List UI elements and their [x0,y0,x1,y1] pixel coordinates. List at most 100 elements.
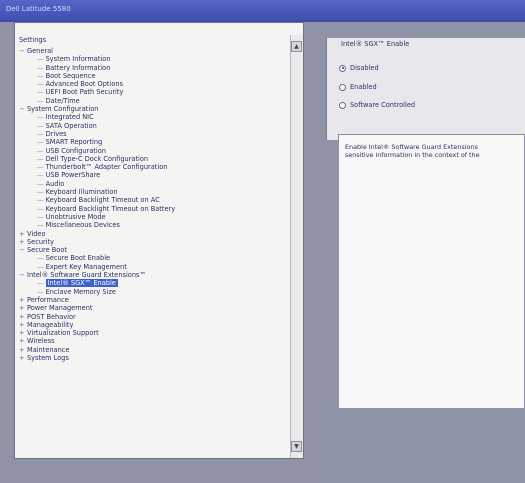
tree-item[interactable]: — System Information [19,55,289,63]
tree-item-label: Virtualization Support [27,329,99,338]
tree-item-label: Integrated NIC [45,113,94,122]
settings-tree-panel: Settings − General — System Information — Bat… [14,22,304,459]
tree-item-label: Unobtrusive Mode [45,212,106,221]
scroll-down-icon[interactable]: ▼ [291,441,302,452]
tree-item-label: Battery Information [45,63,111,72]
tree-guide-icon: — [37,179,44,188]
tree-item-label: Thunderbolt™ Adapter Configuration [45,163,168,172]
tree-scrollbar[interactable]: ▲ ▼ [290,35,303,458]
radio-software-controlled[interactable]: Software Controlled [339,101,415,109]
tree-item-label: Drives [45,129,67,138]
collapse-icon[interactable]: − [19,47,27,55]
tree-item-label: USB PowerShare [45,171,101,180]
tree-item[interactable]: + Wireless [19,337,289,345]
tree-guide-icon: — [37,88,44,97]
expand-icon[interactable]: + [19,354,27,362]
tree-guide-icon: — [37,204,44,213]
tree-item-label: System Information [45,55,111,64]
expand-icon[interactable]: + [19,329,27,337]
tree-guide-icon: — [37,121,44,130]
tree-guide-icon: — [37,146,44,155]
tree-item[interactable]: — Expert Key Management [19,263,289,271]
tree-item-label: Performance [27,295,69,304]
tree-item-label: Keyboard Illumination [45,188,118,197]
option-group-title: Intel® SGX™ Enable [339,40,412,48]
tree-item[interactable]: — Audio [19,180,289,188]
tree-guide-icon: — [37,138,44,147]
tree-item-label: SMART Reporting [45,138,103,147]
tree-item-label: General [27,47,53,55]
tree-item[interactable]: — SATA Operation [19,122,289,130]
tree-item-label: Miscellaneous Devices [45,221,120,230]
tree-guide-icon: — [37,96,44,105]
tree-item[interactable]: — Battery Information [19,64,289,72]
tree-guide-icon: — [37,71,44,80]
tree-root-label[interactable]: Settings [19,36,46,44]
tree-item-label: Boot Sequence [45,71,96,80]
tree-item-label: Enclave Memory Size [45,287,116,296]
tree-item-label: Keyboard Backlight Timeout on Battery [45,204,176,213]
tree-item-label: Audio [45,179,65,188]
tree-item[interactable]: — Keyboard Backlight Timeout on Battery [19,205,289,213]
tree-item[interactable]: — Dell Type-C Dock Configuration [19,155,289,163]
expand-icon[interactable]: + [19,321,27,329]
tree-item[interactable]: + POST Behavior [19,313,289,321]
scroll-up-icon[interactable]: ▲ [291,41,302,52]
tree-guide-icon: — [37,279,44,288]
tree-item-label: Intel® SGX™ Enable [45,279,118,288]
tree-item-label: SATA Operation [45,121,97,130]
tree-item[interactable]: — Secure Boot Enable [19,254,289,262]
tree-item[interactable]: — USB PowerShare [19,171,289,179]
tree-item[interactable]: + System Logs [19,354,289,362]
radio-enabled-icon [339,83,346,91]
expand-icon[interactable]: + [19,230,27,238]
description-line-2: sensitive information in the context of … [345,151,480,159]
radio-enabled-label: Enabled [350,83,377,91]
radio-enabled[interactable]: Enabled [339,83,377,91]
radio-disabled[interactable]: Disabled [339,64,379,72]
tree-item[interactable]: — Boot Sequence [19,72,289,80]
tree-item[interactable]: — Miscellaneous Devices [19,221,289,229]
tree-item[interactable]: + Video [19,230,289,238]
tree-item[interactable]: + Maintenance [19,346,289,354]
tree-item[interactable]: — USB Configuration [19,147,289,155]
settings-tree: − General — System Information — Battery Info… [19,47,289,467]
tree-item[interactable]: + Performance [19,296,289,304]
tree-item[interactable]: — UEFI Boot Path Security [19,88,289,96]
tree-item-label: Secure Boot [27,246,67,255]
collapse-icon[interactable]: − [19,271,27,279]
collapse-icon[interactable]: − [19,105,27,113]
tree-guide-icon: — [37,129,44,138]
tree-item[interactable]: + Virtualization Support [19,329,289,337]
tree-item[interactable]: — Enclave Memory Size [19,288,289,296]
tree-item-label: System Configuration [27,105,99,114]
tree-guide-icon: — [37,196,44,205]
expand-icon[interactable]: + [19,238,27,246]
expand-icon[interactable]: + [19,296,27,304]
expand-icon[interactable]: + [19,313,27,321]
tree-item-label: Wireless [27,337,55,346]
radio-disabled-icon [339,64,346,72]
tree-item-label: System Logs [27,353,69,362]
lower-panel [320,412,525,483]
tree-item[interactable]: + Manageability [19,321,289,329]
tree-item[interactable]: — Intel® SGX™ Enable [19,279,289,288]
tree-item[interactable]: + Power Management [19,304,289,312]
tree-item-label: Expert Key Management [45,262,127,271]
window-title: Dell Latitude 5580 [6,5,71,13]
tree-item[interactable]: — Unobtrusive Mode [19,213,289,221]
tree-item[interactable]: — Integrated NIC [19,113,289,121]
radio-software-controlled-icon [339,101,346,109]
tree-item[interactable]: — Keyboard Backlight Timeout on AC [19,196,289,204]
collapse-icon[interactable]: − [19,246,27,254]
tree-item[interactable]: + Security [19,238,289,246]
radio-software-controlled-label: Software Controlled [350,101,416,109]
tree-guide-icon: — [37,171,44,180]
expand-icon[interactable]: + [19,304,27,312]
tree-guide-icon: — [37,55,44,64]
tree-item[interactable]: — SMART Reporting [19,138,289,146]
tree-guide-icon: — [37,212,44,221]
tree-item[interactable]: — Date/Time [19,97,289,105]
expand-icon[interactable]: + [19,346,27,354]
expand-icon[interactable]: + [19,337,27,345]
